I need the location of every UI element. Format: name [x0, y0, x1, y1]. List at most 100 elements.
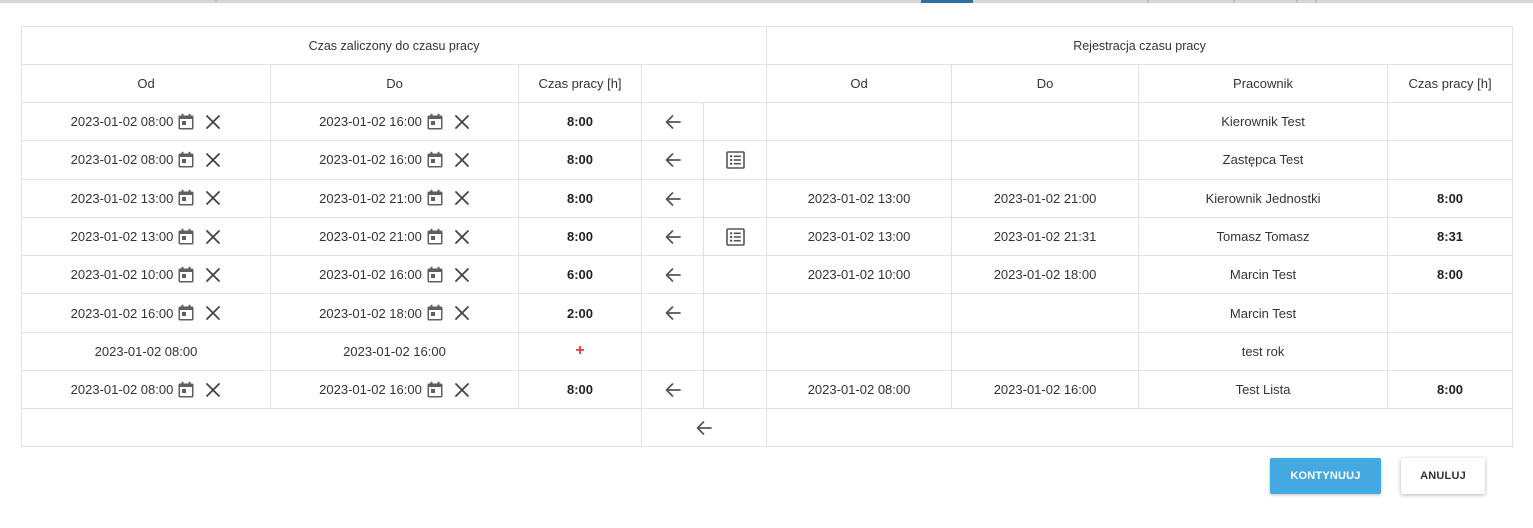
cell-do[interactable]: 2023-01-02 16:00 — [270, 140, 519, 180]
close-icon[interactable] — [205, 267, 221, 283]
cell-arrow — [641, 101, 704, 142]
close-icon[interactable] — [205, 114, 221, 130]
cell-czas: 8:00 — [518, 140, 642, 180]
footer-empty-right — [766, 408, 1514, 448]
arrow-left-icon[interactable] — [664, 382, 682, 398]
calendar-icon[interactable] — [426, 151, 444, 169]
calendar-icon[interactable] — [426, 304, 444, 322]
table-row: 2023-01-02 08:00 2023-01-02 16:00 8:00 Zast… — [21, 140, 1514, 180]
close-icon[interactable] — [454, 382, 470, 398]
employee-name: Kierownik Jednostki — [1205, 190, 1321, 206]
date-field: 2023-01-02 16:00 — [343, 344, 446, 359]
list-details-icon[interactable] — [725, 151, 745, 169]
cell-pracownik: Marcin Test — [1138, 293, 1389, 333]
col-header-reg-do: Do — [951, 64, 1140, 103]
cell-od[interactable]: 2023-01-02 10:00 — [21, 255, 271, 295]
list-details-icon[interactable] — [725, 227, 745, 246]
calendar-icon[interactable] — [177, 381, 195, 399]
cell-czas: 8:00 — [518, 101, 642, 142]
date-value: 2023-01-02 08:00 — [94, 343, 198, 359]
calendar-icon[interactable] — [426, 266, 444, 284]
cell-pracownik: Kierownik Test — [1138, 101, 1389, 142]
calendar-icon[interactable] — [177, 266, 195, 284]
close-icon[interactable] — [205, 305, 221, 321]
close-icon[interactable] — [205, 229, 221, 245]
cancel-button[interactable]: ANULUJ — [1401, 458, 1485, 494]
date-field: 2023-01-02 16:00 — [319, 266, 470, 284]
cell-do[interactable]: 2023-01-02 16:00 — [270, 370, 519, 410]
cell-do[interactable]: 2023-01-02 21:00 — [270, 216, 519, 257]
cell-do[interactable]: 2023-01-02 16:00 — [270, 101, 519, 142]
col-header-reg-czas: Czas pracy [h] — [1387, 64, 1514, 103]
group-header-registration: Rejestracja czasu pracy — [766, 26, 1514, 65]
close-icon[interactable] — [454, 229, 470, 245]
close-icon[interactable] — [205, 190, 221, 206]
close-icon[interactable] — [454, 152, 470, 168]
cell-od[interactable]: 2023-01-02 16:00 — [21, 293, 271, 333]
reg-czas-value: 8:00 — [1437, 190, 1464, 206]
date-field: 2023-01-02 08:00 — [71, 381, 222, 399]
cell-do[interactable]: 2023-01-02 16:00 — [270, 255, 519, 295]
close-icon[interactable] — [454, 305, 470, 321]
cell-do[interactable]: 2023-01-02 21:00 — [270, 178, 519, 218]
close-icon[interactable] — [205, 152, 221, 168]
cell-details — [702, 140, 768, 180]
arrow-left-icon[interactable] — [664, 305, 682, 321]
cell-od[interactable]: 2023-01-02 08:00 — [21, 140, 271, 180]
arrow-left-icon[interactable] — [664, 152, 682, 168]
cell-reg-do: 2023-01-02 18:00 — [951, 255, 1140, 295]
date-value: 2023-01-02 08:00 — [70, 382, 174, 398]
calendar-icon[interactable] — [177, 189, 195, 207]
table-row: 2023-01-02 10:00 2023-01-02 16:00 6:00 2023… — [21, 255, 1514, 295]
close-icon[interactable] — [205, 382, 221, 398]
cell-arrow — [641, 140, 704, 180]
cell-reg-do — [951, 101, 1140, 142]
top-border — [0, 0, 1533, 3]
arrow-left-icon[interactable] — [664, 267, 682, 283]
reg-do-value: 2023-01-02 16:00 — [993, 382, 1097, 398]
calendar-icon[interactable] — [426, 381, 444, 399]
czas-value: 8:00 — [566, 152, 594, 168]
date-value: 2023-01-02 16:00 — [343, 343, 446, 359]
cell-do[interactable]: 2023-01-02 18:00 — [270, 293, 519, 333]
footer-empty-left — [21, 408, 642, 448]
arrow-left-icon[interactable] — [664, 114, 682, 130]
cell-reg-czas: 8:00 — [1387, 255, 1514, 295]
calendar-icon[interactable] — [426, 189, 444, 207]
cell-od[interactable]: 2023-01-02 13:00 — [21, 216, 271, 257]
date-field: 2023-01-02 21:00 — [319, 189, 470, 207]
calendar-icon[interactable] — [177, 113, 195, 131]
cell-od[interactable]: 2023-01-02 13:00 — [21, 178, 271, 218]
calendar-icon[interactable] — [426, 113, 444, 131]
cell-details — [702, 216, 768, 257]
arrow-left-icon[interactable] — [664, 191, 682, 207]
cell-czas: 8:00 — [518, 370, 642, 410]
cell-details — [702, 255, 768, 295]
cell-reg-od: 2023-01-02 08:00 — [766, 370, 953, 410]
date-value: 2023-01-02 16:00 — [319, 267, 422, 283]
date-field: 2023-01-02 08:00 — [95, 344, 198, 359]
reg-od-value: 2023-01-02 13:00 — [807, 190, 911, 206]
date-value: 2023-01-02 13:00 — [70, 229, 174, 245]
date-field: 2023-01-02 13:00 — [71, 189, 222, 207]
calendar-icon[interactable] — [426, 228, 444, 246]
cell-reg-czas: 8:31 — [1387, 216, 1514, 257]
cell-reg-czas: 8:00 — [1387, 178, 1514, 218]
calendar-icon[interactable] — [177, 304, 195, 322]
reg-do-value: 2023-01-02 21:00 — [993, 190, 1097, 206]
calendar-icon[interactable] — [177, 228, 195, 246]
employee-name: Zastępca Test — [1222, 152, 1304, 168]
table-row: 2023-01-02 16:00 2023-01-02 18:00 2:00 Marc… — [21, 293, 1514, 333]
close-icon[interactable] — [454, 114, 470, 130]
reg-czas-value: 8:00 — [1437, 382, 1464, 398]
calendar-icon[interactable] — [177, 151, 195, 169]
cell-pracownik: Tomasz Tomasz — [1138, 216, 1389, 257]
close-icon[interactable] — [454, 267, 470, 283]
arrow-left-all-icon[interactable] — [695, 420, 713, 436]
cell-od[interactable]: 2023-01-02 08:00 — [21, 370, 271, 410]
plus-icon[interactable]: + — [575, 342, 584, 359]
arrow-left-icon[interactable] — [664, 229, 682, 245]
close-icon[interactable] — [454, 190, 470, 206]
continue-button[interactable]: KONTYNUUJ — [1270, 458, 1381, 494]
cell-od[interactable]: 2023-01-02 08:00 — [21, 101, 271, 142]
